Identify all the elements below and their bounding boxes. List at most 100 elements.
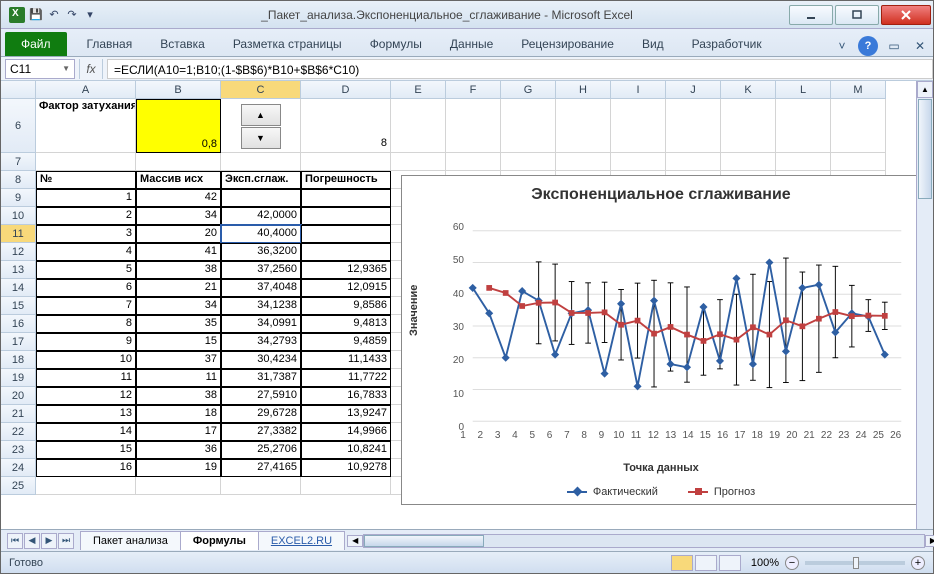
cell-C18[interactable]: 30,4234: [221, 351, 301, 369]
cell-A14[interactable]: 6: [36, 279, 136, 297]
cell-D19[interactable]: 11,7722: [301, 369, 391, 387]
cell-6-7[interactable]: [556, 99, 611, 153]
cell-B24[interactable]: 19: [136, 459, 221, 477]
cell-A23[interactable]: 15: [36, 441, 136, 459]
cell-C12[interactable]: 36,3200: [221, 243, 301, 261]
cell-A21[interactable]: 13: [36, 405, 136, 423]
cell-C6[interactable]: ▲▼: [221, 99, 301, 153]
row-header-9[interactable]: 9: [1, 189, 36, 207]
row-header-13[interactable]: 13: [1, 261, 36, 279]
cell-C10[interactable]: 42,0000: [221, 207, 301, 225]
row-header-25[interactable]: 25: [1, 477, 36, 495]
row-header-15[interactable]: 15: [1, 297, 36, 315]
tab-file[interactable]: Файл: [5, 32, 67, 56]
row-header-24[interactable]: 24: [1, 459, 36, 477]
col-header-K[interactable]: K: [721, 81, 776, 99]
cell-A18[interactable]: 10: [36, 351, 136, 369]
name-box[interactable]: C11 ▼: [5, 59, 75, 79]
sheet-tab-2[interactable]: EXCEL2.RU: [258, 531, 345, 550]
sheet-nav-first[interactable]: ⏮: [7, 533, 23, 549]
col-header-E[interactable]: E: [391, 81, 446, 99]
cell-C19[interactable]: 31,7387: [221, 369, 301, 387]
workbook-restore-icon[interactable]: ▭: [884, 36, 904, 56]
cell-C21[interactable]: 29,6728: [221, 405, 301, 423]
insert-function-button[interactable]: fx: [79, 59, 103, 79]
sheet-nav-prev[interactable]: ◀: [24, 533, 40, 549]
cell-A16[interactable]: 8: [36, 315, 136, 333]
row-header-23[interactable]: 23: [1, 441, 36, 459]
cell-A8[interactable]: №: [36, 171, 136, 189]
cell-6-5[interactable]: [446, 99, 501, 153]
cell-A12[interactable]: 4: [36, 243, 136, 261]
cell-B12[interactable]: 41: [136, 243, 221, 261]
sheet-nav-last[interactable]: ⏭: [58, 533, 74, 549]
spinner-down-button[interactable]: ▼: [241, 127, 281, 149]
horizontal-scrollbar[interactable]: ◀ ▶: [363, 534, 925, 548]
tab-data[interactable]: Данные: [436, 32, 507, 56]
cell-C11[interactable]: 40,4000: [221, 225, 301, 243]
col-header-H[interactable]: H: [556, 81, 611, 99]
cell-D9[interactable]: [301, 189, 391, 207]
cell-6-8[interactable]: [611, 99, 666, 153]
cell-6-11[interactable]: [776, 99, 831, 153]
save-icon[interactable]: 💾: [29, 8, 43, 22]
cell-C9[interactable]: [221, 189, 301, 207]
cell-D10[interactable]: [301, 207, 391, 225]
cell-D11[interactable]: [301, 225, 391, 243]
row-header-7[interactable]: 7: [1, 153, 36, 171]
row-header-8[interactable]: 8: [1, 171, 36, 189]
cell-A13[interactable]: 5: [36, 261, 136, 279]
cell-A24[interactable]: 16: [36, 459, 136, 477]
row-header-18[interactable]: 18: [1, 351, 36, 369]
zoom-in-button[interactable]: +: [911, 556, 925, 570]
cell-A11[interactable]: 3: [36, 225, 136, 243]
sheet-tab-1[interactable]: Формулы: [180, 531, 259, 550]
cell-6-4[interactable]: [391, 99, 446, 153]
cell-C17[interactable]: 34,2793: [221, 333, 301, 351]
cell-A9[interactable]: 1: [36, 189, 136, 207]
cell-7-12[interactable]: [831, 153, 886, 171]
cell-25-0[interactable]: [36, 477, 136, 495]
scroll-thumb[interactable]: [918, 99, 932, 199]
cell-7-1[interactable]: [136, 153, 221, 171]
tab-view[interactable]: Вид: [628, 32, 678, 56]
cell-B13[interactable]: 38: [136, 261, 221, 279]
cell-B10[interactable]: 34: [136, 207, 221, 225]
col-header-F[interactable]: F: [446, 81, 501, 99]
cell-D24[interactable]: 10,9278: [301, 459, 391, 477]
row-header-11[interactable]: 11: [1, 225, 36, 243]
cell-A17[interactable]: 9: [36, 333, 136, 351]
tab-developer[interactable]: Разработчик: [678, 32, 776, 56]
col-header-I[interactable]: I: [611, 81, 666, 99]
view-layout-button[interactable]: [695, 555, 717, 571]
cell-A10[interactable]: 2: [36, 207, 136, 225]
cell-D23[interactable]: 10,8241: [301, 441, 391, 459]
cell-A22[interactable]: 14: [36, 423, 136, 441]
cell-7-7[interactable]: [556, 153, 611, 171]
cell-7-2[interactable]: [221, 153, 301, 171]
maximize-button[interactable]: [835, 5, 879, 25]
col-header-J[interactable]: J: [666, 81, 721, 99]
ribbon-minimize-icon[interactable]: ˅: [832, 36, 852, 56]
cell-B19[interactable]: 11: [136, 369, 221, 387]
cell-7-4[interactable]: [391, 153, 446, 171]
cell-B20[interactable]: 38: [136, 387, 221, 405]
col-header-D[interactable]: D: [301, 81, 391, 99]
col-header-B[interactable]: B: [136, 81, 221, 99]
row-header-22[interactable]: 22: [1, 423, 36, 441]
cell-B8[interactable]: Массив исх: [136, 171, 221, 189]
zoom-handle[interactable]: [853, 557, 859, 569]
redo-icon[interactable]: ↷: [65, 8, 79, 22]
tab-formulas[interactable]: Формулы: [356, 32, 436, 56]
cell-7-5[interactable]: [446, 153, 501, 171]
cell-B21[interactable]: 18: [136, 405, 221, 423]
cell-B11[interactable]: 20: [136, 225, 221, 243]
cell-B17[interactable]: 15: [136, 333, 221, 351]
worksheet-grid[interactable]: ABCDEFGHIJKLM 6Фактор затухания (0;1]0,8…: [1, 81, 933, 549]
col-header-L[interactable]: L: [776, 81, 831, 99]
cell-A19[interactable]: 11: [36, 369, 136, 387]
cell-B18[interactable]: 37: [136, 351, 221, 369]
cell-C22[interactable]: 27,3382: [221, 423, 301, 441]
vertical-scrollbar[interactable]: ▲ ▼: [916, 81, 933, 549]
row-header-21[interactable]: 21: [1, 405, 36, 423]
